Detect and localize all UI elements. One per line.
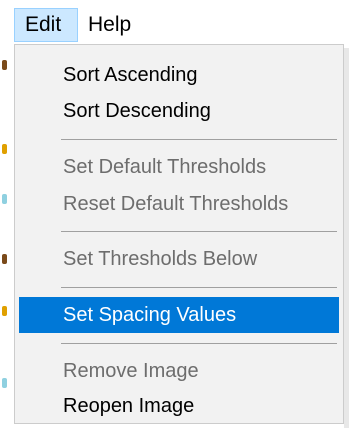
- menu-item-reset-default-thresholds[interactable]: Reset Default Thresholds: [19, 186, 339, 222]
- edit-dropdown-menu: Sort Ascending Sort Descending Set Defau…: [14, 44, 344, 424]
- menu-item-remove-image[interactable]: Remove Image: [19, 353, 339, 389]
- background-content-edge: [0, 44, 14, 430]
- background-mark: [2, 378, 7, 388]
- background-mark: [2, 60, 7, 70]
- menu-edit[interactable]: Edit: [14, 8, 78, 42]
- menu-separator: [61, 139, 337, 140]
- background-mark: [2, 306, 7, 316]
- menu-item-set-thresholds-below[interactable]: Set Thresholds Below: [19, 241, 339, 277]
- menu-item-set-default-thresholds[interactable]: Set Default Thresholds: [19, 149, 339, 185]
- menu-separator: [61, 343, 337, 344]
- menu-help[interactable]: Help: [78, 8, 148, 42]
- menu-item-set-spacing-values[interactable]: Set Spacing Values: [19, 297, 339, 333]
- background-mark: [2, 194, 7, 204]
- menu-item-reopen-image[interactable]: Reopen Image: [19, 388, 339, 424]
- dropdown-shadow: [344, 48, 349, 428]
- menu-item-sort-ascending[interactable]: Sort Ascending: [19, 57, 339, 93]
- menu-separator: [61, 287, 337, 288]
- background-mark: [2, 144, 7, 154]
- application-window: Edit Help Sort Ascending Sort Descending…: [0, 0, 355, 430]
- menu-item-sort-descending[interactable]: Sort Descending: [19, 93, 339, 129]
- menu-separator: [61, 231, 337, 232]
- background-mark: [2, 254, 7, 264]
- menu-bar: Edit Help: [0, 0, 355, 44]
